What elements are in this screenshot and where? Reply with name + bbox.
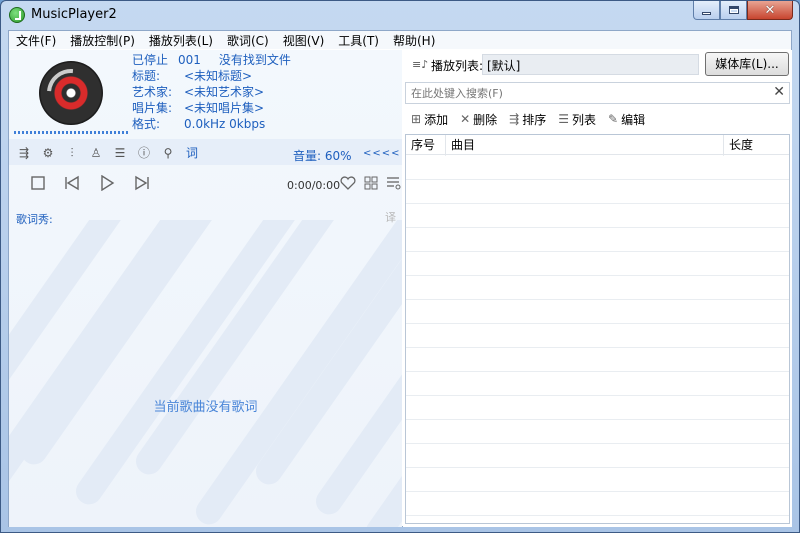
table-header: 序号 曲目 长度: [406, 135, 789, 155]
background-pattern: [9, 220, 402, 527]
player-pane: 已停止 001 没有找到文件 标题: <未知标题> 艺术家: <未知艺术家> 唱片集: <…: [9, 50, 402, 527]
column-length[interactable]: 长度: [724, 135, 789, 155]
playlist-header: ≡♪ 播放列表: [默认] 媒体库(L)...: [403, 50, 792, 80]
app-icon: [9, 7, 25, 23]
delete-button[interactable]: ✕ 删除: [460, 108, 497, 130]
previous-icon[interactable]: [63, 175, 81, 191]
minimize-button[interactable]: [693, 1, 720, 20]
playlist-rows: [406, 156, 789, 523]
list-label: 列表: [572, 112, 597, 127]
column-track[interactable]: 曲目: [446, 135, 724, 155]
edit-icon: ✎: [608, 112, 619, 126]
play-status: 已停止: [132, 53, 169, 67]
stop-icon[interactable]: [29, 175, 47, 191]
skin-shirt-icon[interactable]: ♙: [89, 146, 103, 160]
playlist-table[interactable]: 序号 曲目 长度: [405, 134, 790, 524]
sort-button[interactable]: ⇶ 排序: [509, 108, 546, 130]
title-value: <未知标题>: [184, 69, 253, 83]
title-bar[interactable]: MusicPlayer2 ✕: [1, 1, 799, 29]
maximize-icon: [728, 6, 739, 14]
album-value: <未知唱片集>: [184, 101, 265, 115]
playlist-icon: ≡♪: [412, 58, 429, 71]
collapse-arrows[interactable]: <<<<: [363, 148, 401, 159]
menu-lines-icon[interactable]: ☰: [113, 146, 127, 160]
add-button[interactable]: ⊞ 添加: [411, 108, 448, 130]
search-icon[interactable]: ⚲: [161, 146, 175, 160]
close-button[interactable]: ✕: [747, 1, 793, 20]
menu-tools[interactable]: 工具(T): [331, 31, 386, 49]
sort-label: 排序: [522, 112, 547, 127]
edit-button[interactable]: ✎ 编辑: [608, 108, 645, 130]
add-label: 添加: [424, 112, 449, 127]
menu-view[interactable]: 视图(V): [276, 31, 332, 49]
favorite-heart-icon[interactable]: [339, 175, 357, 191]
minimize-icon: [702, 11, 711, 15]
menu-help[interactable]: 帮助(H): [386, 31, 442, 49]
settings-gear-icon[interactable]: ⚙: [41, 146, 55, 160]
delete-label: 删除: [473, 112, 498, 127]
menu-file[interactable]: 文件(F): [9, 31, 63, 49]
sort-icon: ⇶: [509, 112, 520, 126]
format-label: 格式:: [132, 117, 161, 131]
album-cover-vinyl-icon[interactable]: [37, 59, 105, 127]
playlist-name-field[interactable]: [默认]: [482, 54, 699, 75]
playlist-label: 播放列表:: [431, 59, 484, 73]
list-button[interactable]: ☰ 列表: [558, 108, 596, 130]
format-value: 0.0kHz 0kbps: [184, 117, 266, 131]
player-toolbar: ⇶ ⚙ ⫶ ♙ ☰ ⓘ ⚲ 词 音量: 60% <<<<: [9, 139, 402, 165]
menu-bar: 文件(F) 播放控制(P) 播放列表(L) 歌词(C) 视图(V) 工具(T) …: [9, 31, 791, 49]
menu-playback-control[interactable]: 播放控制(P): [63, 31, 142, 49]
search-box: ✕: [405, 82, 790, 104]
playlist-toggle-icon[interactable]: ⇶: [17, 146, 31, 160]
list-icon: ☰: [558, 112, 569, 126]
menu-playlist[interactable]: 播放列表(L): [142, 31, 220, 49]
track-info: 已停止 001 没有找到文件 标题: <未知标题> 艺术家: <未知艺术家> 唱片集: <…: [132, 52, 291, 132]
title-label: 标题:: [132, 69, 161, 83]
mini-mode-grid-icon[interactable]: [362, 175, 380, 191]
window-title: MusicPlayer2: [31, 7, 117, 22]
playback-controls: 0:00/0:00: [9, 167, 402, 199]
time-display: 0:00/0:00: [287, 179, 341, 192]
play-icon[interactable]: [98, 175, 116, 191]
no-lyrics-message: 当前歌曲没有歌词: [153, 400, 258, 415]
translate-icon[interactable]: 译: [385, 209, 396, 225]
lyrics-label: 歌词秀:: [16, 213, 53, 226]
close-icon: ✕: [764, 2, 776, 18]
search-input[interactable]: [406, 83, 766, 103]
clear-search-icon[interactable]: ✕: [773, 84, 785, 100]
edit-label: 编辑: [621, 112, 646, 127]
app-window: MusicPlayer2 ✕ 文件(F) 播放控制(P) 播放列表(L) 歌词(…: [0, 0, 800, 533]
maximize-button[interactable]: [720, 1, 747, 20]
equalizer-icon[interactable]: ⫶: [65, 146, 79, 160]
menu-lyrics[interactable]: 歌词(C): [220, 31, 276, 49]
album-label: 唱片集:: [132, 101, 173, 115]
column-index[interactable]: 序号: [406, 135, 446, 155]
playlist-menu-icon[interactable]: [385, 175, 402, 191]
plus-icon: ⊞: [411, 112, 422, 126]
media-library-button[interactable]: 媒体库(L)...: [705, 52, 789, 76]
status-message: 没有找到文件: [218, 53, 291, 67]
artist-label: 艺术家:: [132, 85, 173, 99]
delete-icon: ✕: [460, 112, 471, 126]
lyric-button[interactable]: 词: [185, 146, 199, 160]
playlist-pane: ≡♪ 播放列表: [默认] 媒体库(L)... ✕ ⊞添加 ✕删除 ⇶排序 ☰列…: [403, 50, 792, 527]
volume-display[interactable]: 音量: 60%: [293, 147, 352, 164]
playlist-toolbar: ⊞ 添加 ✕ 删除 ⇶ 排序 ☰ 列表 ✎ 编辑: [403, 108, 792, 130]
artist-value: <未知艺术家>: [184, 85, 265, 99]
spectrum-visualizer: [14, 131, 128, 134]
info-icon[interactable]: ⓘ: [137, 146, 151, 160]
track-index: 001: [178, 53, 201, 67]
next-icon[interactable]: [133, 175, 151, 191]
client-area: 文件(F) 播放控制(P) 播放列表(L) 歌词(C) 视图(V) 工具(T) …: [8, 30, 792, 527]
caption-buttons: ✕: [693, 1, 793, 21]
